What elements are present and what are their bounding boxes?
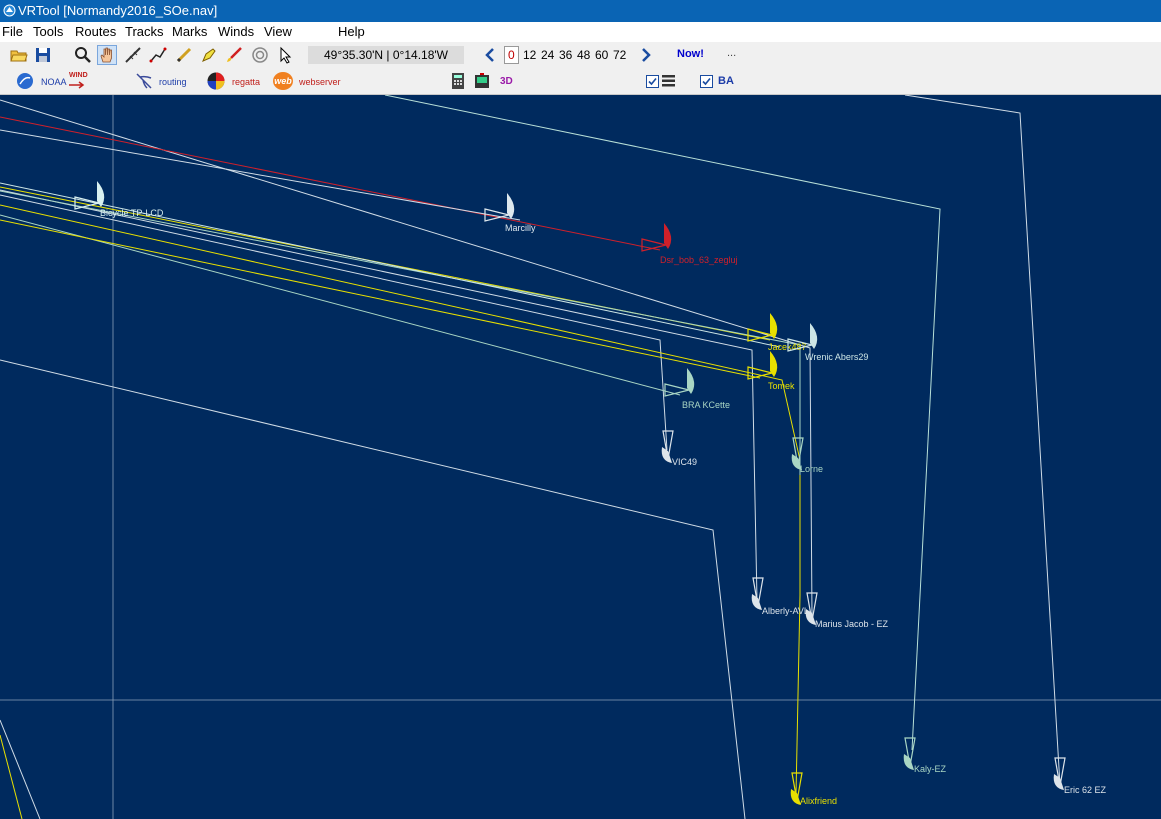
boat-label: Kaly-EZ — [914, 764, 947, 774]
boat-tracks — [0, 95, 1061, 819]
boat-label: Bicycle TP-LCD — [100, 208, 164, 218]
chart-map[interactable]: Bicycle TP-LCD Marcilly Dsr_bob_63_zegluj J… — [0, 95, 1161, 819]
coordinates-readout: 49°35.30'N | 0°14.18'W — [308, 46, 464, 64]
menu-winds[interactable]: Winds — [218, 22, 254, 42]
boat-tomek[interactable]: Tomek — [747, 351, 795, 391]
app-icon — [3, 4, 16, 17]
boat-label: Jacek487 — [768, 342, 807, 352]
menu-bar: File Tools Routes Tracks Marks Winds Vie… — [0, 22, 1161, 42]
track-outer — [0, 359, 746, 819]
boat-label: BRA KCette — [682, 400, 730, 410]
boat-label: Alixfriend — [800, 796, 837, 806]
track-tomek — [0, 219, 761, 379]
track-kaly — [384, 95, 941, 751]
boat-jacek487[interactable]: Jacek487 — [747, 313, 807, 352]
menu-tracks[interactable]: Tracks — [125, 22, 164, 42]
layers-menu-icon[interactable] — [661, 74, 676, 88]
boat-alixfriend[interactable]: Alixfriend — [790, 772, 837, 806]
track-dsr — [0, 116, 661, 251]
route-draw-icon[interactable] — [149, 46, 167, 64]
ba-label: BA — [718, 75, 734, 87]
track-lorne — [0, 190, 801, 475]
boat-label: Marius Jacob - EZ — [815, 619, 889, 629]
boat-label: Alberly-AVL — [762, 606, 809, 616]
hour-0[interactable]: 0 — [504, 46, 519, 64]
more-button[interactable]: ... — [727, 47, 736, 59]
track-marius — [0, 99, 813, 616]
ba-checkbox[interactable] — [700, 75, 713, 88]
boat-marcilly[interactable]: Marcilly — [484, 193, 536, 233]
device-icon[interactable] — [473, 72, 491, 90]
track-alixfriend — [0, 204, 801, 796]
layers-checkbox[interactable] — [646, 75, 659, 88]
hour-36[interactable]: 36 — [559, 48, 572, 62]
hour-60[interactable]: 60 — [595, 48, 608, 62]
menu-file[interactable]: File — [2, 22, 23, 42]
calculator-icon[interactable] — [449, 72, 467, 90]
boat-dsr-bob-63-zegluj[interactable]: Dsr_bob_63_zegluj — [641, 223, 738, 265]
3d-view-button[interactable]: 3D — [500, 76, 513, 87]
hour-72[interactable]: 72 — [613, 48, 626, 62]
boat-label: Eric 62 EZ — [1064, 785, 1107, 795]
menu-help[interactable]: Help — [338, 22, 365, 42]
boat-label: Wrenic Abers29 — [805, 352, 868, 362]
map-canvas[interactable]: Bicycle TP-LCD Marcilly Dsr_bob_63_zegluj J… — [0, 95, 1161, 819]
open-folder-icon[interactable] — [10, 46, 28, 64]
track-alberly — [0, 189, 758, 601]
cursor-arrow-icon[interactable] — [277, 46, 295, 64]
secondary-toolbar: NOAA WIND routing regatta web webserver … — [0, 68, 1161, 95]
target-icon[interactable] — [251, 46, 269, 64]
wind-label[interactable]: WIND — [69, 72, 88, 79]
track-lower-left — [0, 719, 41, 819]
menu-tools[interactable]: Tools — [33, 22, 63, 42]
main-toolbar: 49°35.30'N | 0°14.18'W 0 12 24 36 48 60 … — [0, 42, 1161, 68]
hour-48[interactable]: 48 — [577, 48, 590, 62]
boat-marius-jacob-ez[interactable]: Marius Jacob - EZ — [805, 592, 889, 629]
zoom-magnifier-icon[interactable] — [74, 46, 92, 64]
title-bar: VRTool [Normandy2016_SOe.nav] — [0, 0, 1161, 22]
boat-label: Tomek — [768, 381, 795, 391]
chevron-right-icon[interactable] — [640, 47, 652, 63]
boat-label: Lorne — [800, 464, 823, 474]
ruler-measure-icon[interactable] — [124, 46, 142, 64]
track-vic — [0, 194, 668, 451]
webserver-icon[interactable]: web — [273, 72, 293, 90]
hour-12[interactable]: 12 — [523, 48, 536, 62]
boat-eric-62-ez[interactable]: Eric 62 EZ — [1053, 757, 1107, 795]
brush-icon[interactable] — [225, 46, 243, 64]
noaa-globe-icon[interactable] — [16, 72, 34, 90]
chevron-left-icon[interactable] — [484, 47, 496, 63]
boat-label: VIC49 — [672, 457, 697, 467]
routing-label[interactable]: routing — [159, 77, 187, 87]
menu-routes[interactable]: Routes — [75, 22, 116, 42]
highlighter-icon[interactable] — [200, 46, 218, 64]
webserver-label[interactable]: webserver — [299, 77, 341, 87]
routing-branch-icon[interactable] — [135, 72, 153, 90]
boat-bicycle-tp-lcd[interactable]: Bicycle TP-LCD — [74, 181, 164, 218]
boat-bra-kcette[interactable]: BRA KCette — [664, 368, 730, 410]
boat-kaly-ez[interactable]: Kaly-EZ — [903, 737, 947, 774]
now-button[interactable]: Now! — [677, 48, 704, 60]
regatta-icon[interactable] — [207, 72, 225, 90]
menu-marks[interactable]: Marks — [172, 22, 207, 42]
pan-hand-icon[interactable] — [97, 45, 117, 65]
regatta-label[interactable]: regatta — [232, 77, 260, 87]
menu-view[interactable]: View — [264, 22, 292, 42]
boat-markers: Bicycle TP-LCD Marcilly Dsr_bob_63_zegluj J… — [74, 181, 1107, 806]
window-title: VRTool [Normandy2016_SOe.nav] — [18, 3, 218, 18]
noaa-label[interactable]: NOAA — [41, 77, 67, 87]
boat-label: Marcilly — [505, 223, 536, 233]
wind-arrow-icon — [69, 81, 85, 89]
pencil-icon[interactable] — [175, 46, 193, 64]
boat-label: Dsr_bob_63_zegluj — [660, 255, 738, 265]
save-icon[interactable] — [34, 46, 52, 64]
hour-24[interactable]: 24 — [541, 48, 554, 62]
